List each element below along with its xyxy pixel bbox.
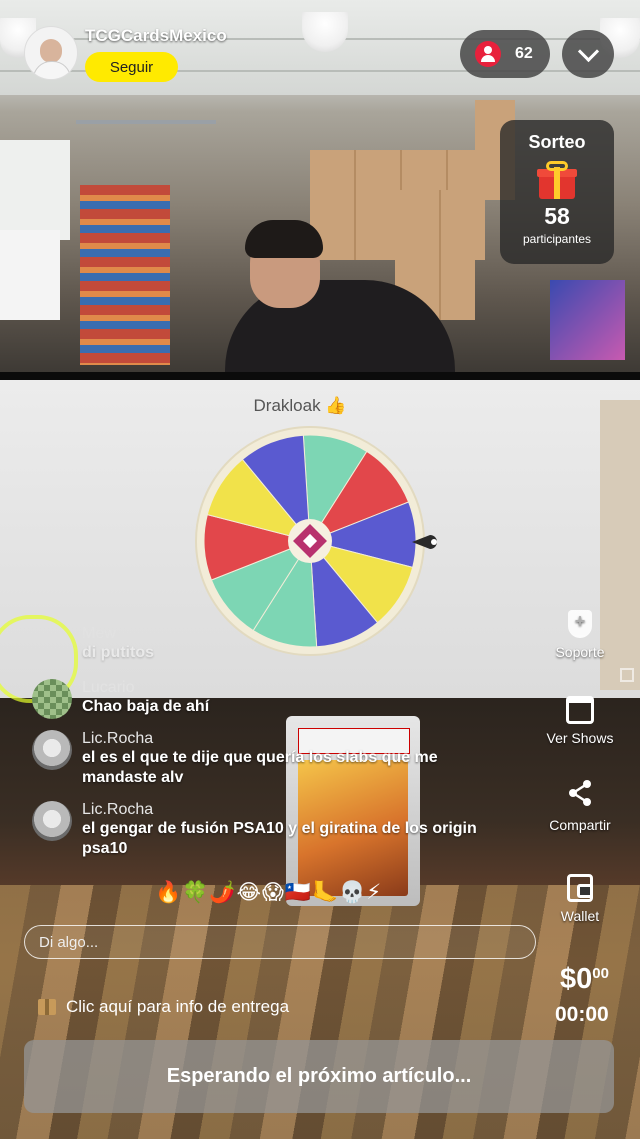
wheel-title: Drakloak 👍 xyxy=(253,396,347,415)
chat-avatar xyxy=(32,625,72,665)
chat-username: Lic.Rocha xyxy=(82,730,154,747)
product-stacks xyxy=(80,185,170,365)
streamer-avatar[interactable] xyxy=(24,26,78,80)
delivery-info-text: Clic aquí para info de entrega xyxy=(66,997,290,1016)
wheel-pointer-icon xyxy=(412,535,437,549)
chat-username: Lic.Rocha xyxy=(82,801,154,818)
shows-label: Ver Shows xyxy=(546,730,614,746)
chat-text: el gengar de fusión PSA10 y el giratina … xyxy=(82,820,477,857)
chat-avatar xyxy=(32,730,72,770)
chevron-down-icon xyxy=(577,40,599,62)
avatar-face xyxy=(40,39,62,63)
raffle-title: Sorteo xyxy=(528,132,586,152)
user-icon xyxy=(475,41,501,67)
chat-avatar xyxy=(32,801,72,841)
chat-username: Mew xyxy=(82,625,116,642)
raffle-subtitle: participantes xyxy=(522,232,592,246)
chat-input[interactable]: Di algo... xyxy=(24,925,536,959)
shows-button[interactable]: Ver Shows xyxy=(540,696,620,746)
divider xyxy=(0,372,640,380)
chat-avatar xyxy=(32,679,72,719)
share-label: Compartir xyxy=(549,817,611,833)
chat-message: Mew di putitos xyxy=(32,625,512,665)
chat-message: Lic.Rocha el gengar de fusión PSA10 y el… xyxy=(32,801,512,859)
raffle-card[interactable]: Sorteo 58 participantes xyxy=(500,120,614,264)
streamer-username[interactable]: TCGCardsMexico xyxy=(85,26,227,46)
waiting-next-item-button[interactable]: Esperando el próximo artículo... xyxy=(24,1040,614,1113)
chat-username: Lucario xyxy=(82,679,135,696)
raffle-participant-count: 58 xyxy=(544,203,570,229)
counter xyxy=(0,230,60,320)
calendar-icon xyxy=(566,696,594,724)
share-button[interactable]: Compartir xyxy=(540,778,620,833)
price-cents: 00 xyxy=(592,965,609,982)
streamer-hair xyxy=(245,220,323,258)
chat-text: Chao baja de ahí xyxy=(82,698,210,715)
wallet-icon xyxy=(567,874,593,902)
wallet-label: Wallet xyxy=(560,908,600,924)
auction-timer: 00:00 xyxy=(555,1003,609,1026)
chat-message: Lic.Rocha el es el que te dije que querí… xyxy=(32,730,512,788)
current-price: $000 xyxy=(560,963,609,996)
delivery-info-link[interactable]: Clic aquí para info de entrega xyxy=(38,997,289,1017)
expand-icon[interactable] xyxy=(620,668,634,682)
package-icon xyxy=(38,999,56,1015)
spin-wheel xyxy=(195,426,425,656)
chat-text: el es el que te dije que quería los slab… xyxy=(82,749,438,786)
viewer-count: 62 xyxy=(515,45,533,62)
reaction-emoji-row[interactable]: 🔥🍀🌶️😂😱🇨🇱🦶💀⚡ xyxy=(155,880,382,905)
price-main: $0 xyxy=(560,963,593,995)
viewer-count-pill[interactable]: 62 xyxy=(460,30,550,78)
window xyxy=(0,140,70,240)
support-label: Soporte xyxy=(555,644,605,660)
wallet-button[interactable]: Wallet xyxy=(540,874,620,924)
follow-button[interactable]: Seguir xyxy=(85,52,178,82)
chat-message: Lucario Chao baja de ahí xyxy=(32,679,512,719)
poster xyxy=(550,280,625,360)
support-button[interactable]: Soporte xyxy=(540,610,620,660)
shelf xyxy=(76,120,216,124)
share-icon xyxy=(569,780,591,806)
gift-icon xyxy=(537,161,577,199)
shield-icon xyxy=(568,610,592,638)
avatar-shirt xyxy=(33,61,71,79)
chat-text: di putitos xyxy=(82,644,154,661)
collapse-button[interactable] xyxy=(562,30,614,78)
